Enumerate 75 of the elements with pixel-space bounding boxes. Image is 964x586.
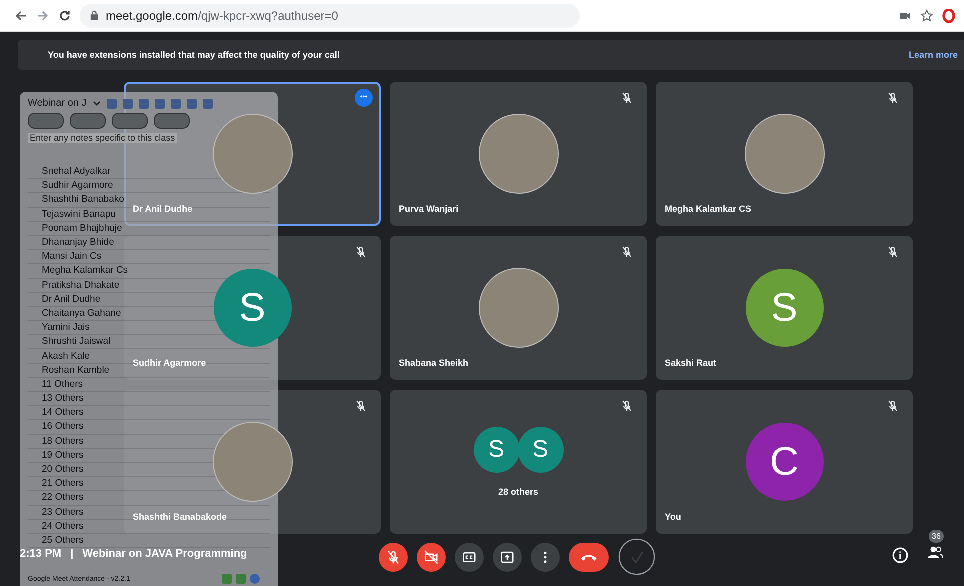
student-name: Dr Anil Dudhe [42,292,101,306]
separator: | [70,548,74,560]
student-name: 25 Others [42,534,84,547]
url-text: meet.google.com/qjw-kpcr-xwq?authuser=0 [106,8,338,22]
ring-icon[interactable] [942,8,956,22]
student-name: Tejaswini Banapu [42,208,116,221]
avatar-initial: C [746,423,824,501]
meeting-title: Webinar on JAVA Programming [82,548,248,560]
student-name: Roshan Kamble [42,364,110,377]
student-name: 11 Others [42,378,84,391]
participant-name: Shabana Sheikh [399,358,469,368]
student-name: 23 Others [42,506,84,519]
filter-chip[interactable] [28,113,64,129]
student-name: 22 Others [42,491,84,504]
student-name: 24 Others [42,520,84,533]
meeting-time: 2:13 PM [20,548,62,560]
camera-off-icon [424,550,439,564]
student-name: Pratiksha Dhakate [42,278,120,292]
reload-icon[interactable] [58,8,72,22]
student-name: 21 Others [42,477,84,490]
student-name: Shashthi Banabako [42,193,124,206]
learn-more-link[interactable]: Learn more [908,50,958,60]
participant-name: Purva Wanjari [399,204,459,214]
participant-name: Shashthi Banabakode [133,512,228,522]
camera-off-button[interactable] [417,542,446,572]
captions-button[interactable] [455,542,484,572]
student-name: Akash Kale [42,350,90,363]
mic-off-icon [386,550,401,564]
caret-icon[interactable] [92,100,101,106]
avatar-initial: S [746,269,824,347]
participant-name: You [665,512,682,522]
present-icon [500,550,515,564]
check-circle-icon[interactable] [618,538,656,576]
filter-chip[interactable] [70,113,106,129]
participant-name: Sudhir Agarmore [133,358,206,368]
back-icon[interactable] [14,8,28,22]
student-name: 14 Others [42,406,84,420]
student-name: 18 Others [42,434,84,448]
student-name: Poonam Bhajbhuje [42,222,122,235]
mic-off-button[interactable] [379,542,408,572]
student-name: Snehal Adyalkar [42,165,111,178]
more-options-button[interactable] [531,542,560,572]
address-bar[interactable]: meet.google.com/qjw-kpcr-xwq?authuser=0 [80,4,580,28]
notes-field[interactable]: Enter any notes specific to this class [28,133,178,143]
student-name: Chaitanya Gahane [42,306,122,320]
student-name: Megha Kalamkar Cs [42,264,128,278]
student-name: Dhananjay Bhide [42,236,114,250]
hang-up-button[interactable] [569,542,609,572]
star-icon[interactable] [920,8,934,22]
people-icon[interactable] [927,544,944,561]
participant-name: Sakshi Raut [665,358,717,368]
others-count: 28 others [498,487,539,497]
filter-chip[interactable] [154,113,190,129]
filter-chip[interactable] [112,113,148,129]
student-name: Yamini Jais [42,321,90,334]
present-button[interactable] [493,542,522,572]
forward-icon[interactable] [36,8,50,22]
student-name: Shrushti Jaiswal [42,335,111,348]
student-name: Sudhir Agarmore [42,179,114,192]
student-name: Mansi Jain Cs [42,250,102,264]
student-name: 20 Others [42,463,84,476]
captions-icon [462,550,477,564]
student-name: 16 Others [42,420,84,434]
student-name: 13 Others [42,392,84,406]
participant-name: Dr Anil Dudhe [133,204,193,214]
info-icon[interactable] [892,546,909,564]
avatar-initial: S [518,427,564,473]
phone-icon [580,552,598,562]
student-name: 19 Others [42,448,84,462]
avatar-initial: S [474,427,520,473]
class-dropdown[interactable]: Webinar on J [28,98,87,109]
banner-text: You have extensions installed that may affect the quality of your call [48,50,340,60]
participant-count-badge: 36 [929,530,944,543]
participant-name: Megha Kalamkar CS [665,204,752,214]
lock-icon [90,10,99,21]
